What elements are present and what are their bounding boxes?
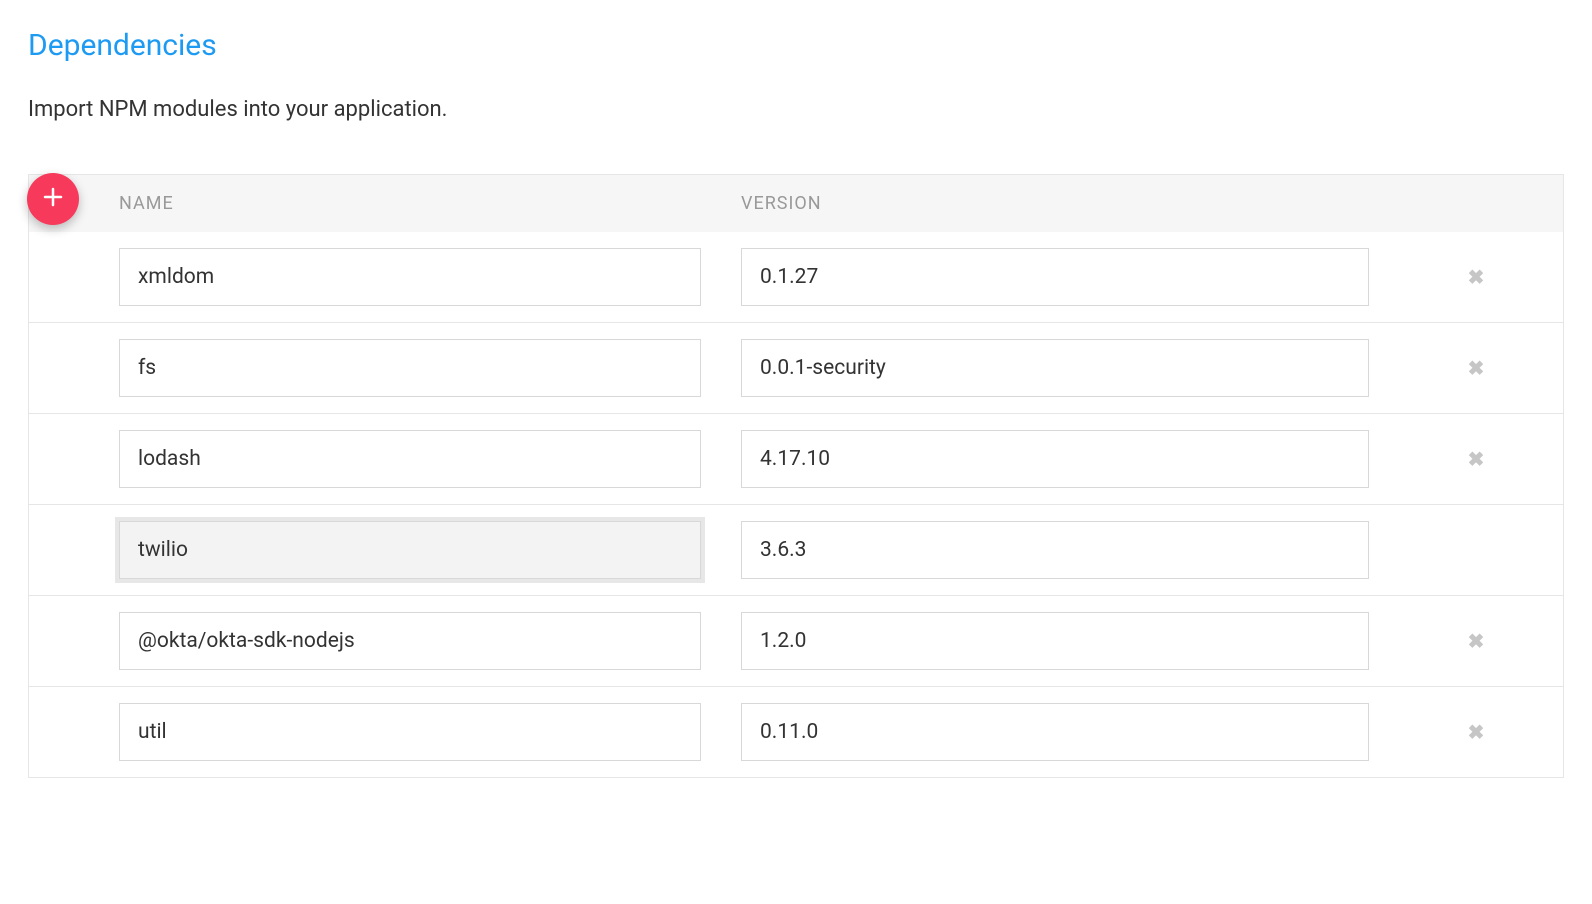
dependency-version-input[interactable] [741, 612, 1369, 670]
table-row: ✖ [29, 323, 1563, 414]
dependency-name-input[interactable] [119, 521, 701, 579]
close-icon[interactable]: ✖ [1468, 447, 1485, 471]
dependency-version-input[interactable] [741, 521, 1369, 579]
table-row: ✖ [29, 232, 1563, 323]
add-dependency-button[interactable] [27, 173, 79, 225]
dependency-name-input[interactable] [119, 703, 701, 761]
close-icon[interactable]: ✖ [1468, 356, 1485, 380]
table-row: ✖ [29, 687, 1563, 778]
dependency-name-input[interactable] [119, 339, 701, 397]
close-icon[interactable]: ✖ [1468, 265, 1485, 289]
dependency-name-input[interactable] [119, 612, 701, 670]
table-row: ✖ [29, 505, 1563, 596]
plus-icon [41, 185, 65, 213]
column-header-version: VERSION [741, 193, 1563, 214]
page-subtitle: Import NPM modules into your application… [28, 97, 1564, 122]
dependency-version-input[interactable] [741, 248, 1369, 306]
dependency-version-input[interactable] [741, 339, 1369, 397]
dependency-version-input[interactable] [741, 703, 1369, 761]
table-row: ✖ [29, 414, 1563, 505]
dependency-name-input[interactable] [119, 430, 701, 488]
table-header-row: NAME VERSION [29, 175, 1563, 232]
close-icon[interactable]: ✖ [1468, 720, 1485, 744]
dependency-name-input[interactable] [119, 248, 701, 306]
table-row: ✖ [29, 596, 1563, 687]
dependency-version-input[interactable] [741, 430, 1369, 488]
close-icon[interactable]: ✖ [1468, 629, 1485, 653]
dependencies-table: NAME VERSION ✖ ✖ ✖ ✖ ✖ ✖ [28, 174, 1564, 778]
page-title: Dependencies [28, 28, 1564, 63]
column-header-name: NAME [29, 193, 741, 214]
